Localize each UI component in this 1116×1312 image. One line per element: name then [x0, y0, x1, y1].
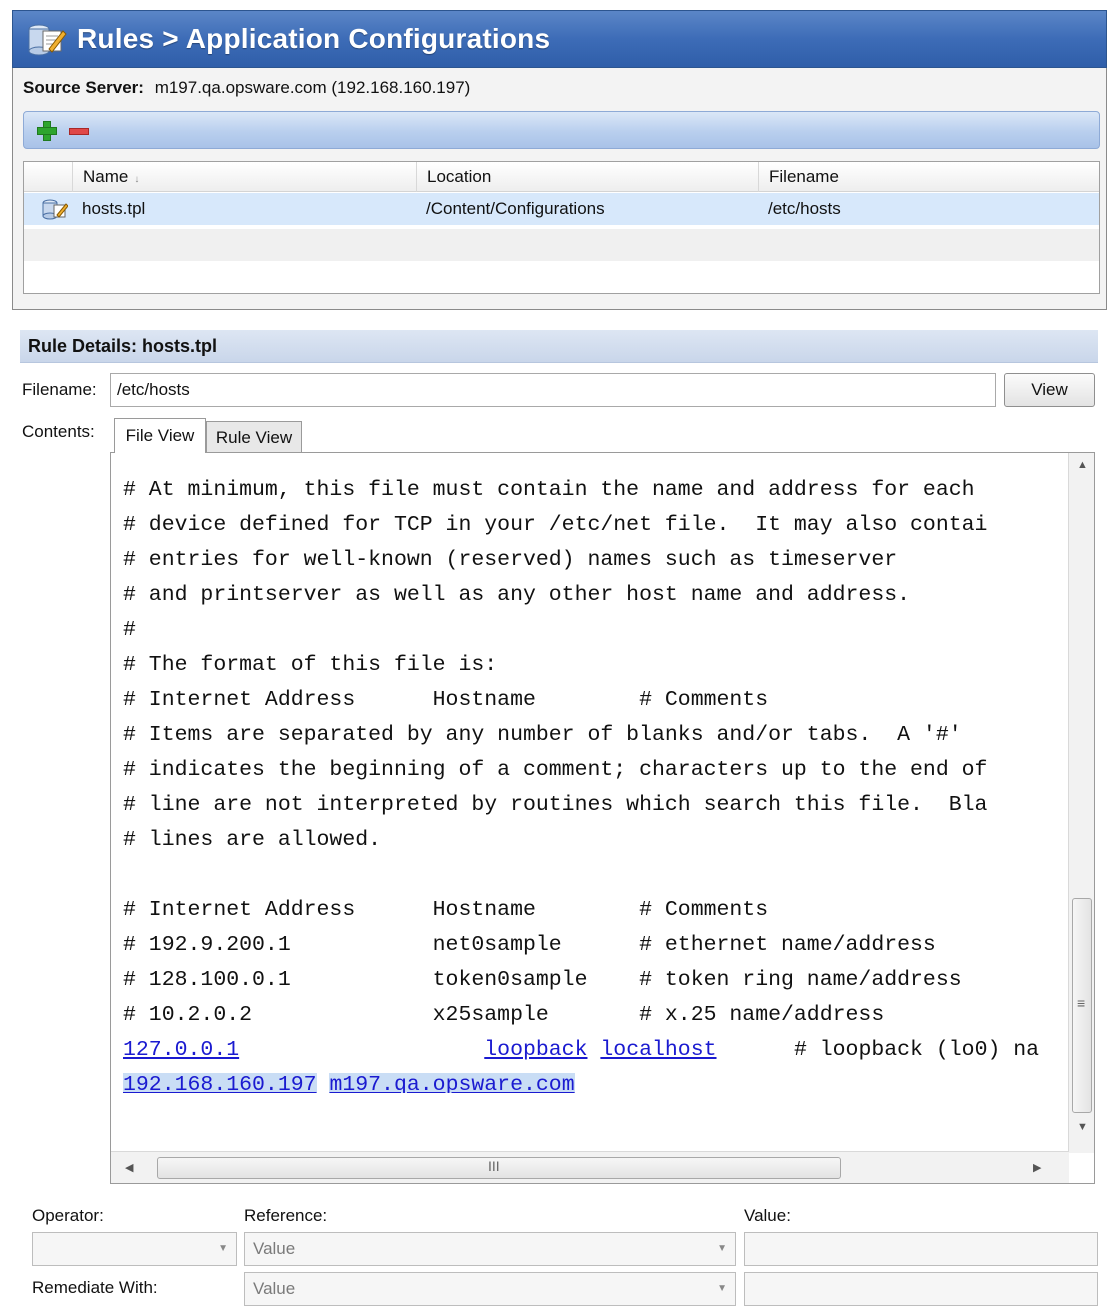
- link-server-host[interactable]: m197.qa.opsware.com: [329, 1073, 575, 1093]
- minus-icon[interactable]: [68, 120, 90, 142]
- value-field[interactable]: [744, 1232, 1098, 1266]
- vertical-scroll-thumb[interactable]: ≡: [1072, 898, 1092, 1113]
- code-line: # Internet Address Hostname # Comments: [123, 898, 769, 922]
- code-line: # line are not interpreted by routines w…: [123, 793, 988, 817]
- code-line: # Internet Address Hostname # Comments: [123, 688, 769, 712]
- cell-filename: /etc/hosts: [768, 199, 841, 218]
- filename-field[interactable]: /etc/hosts: [110, 373, 996, 407]
- remediation-panel: Operator: Reference: Value: ▼ Value ▼ Re…: [20, 1196, 1098, 1312]
- chevron-down-icon: ▼: [717, 1243, 727, 1254]
- title-bar: Rules > Application Configurations: [12, 10, 1107, 68]
- rules-table: Name ↓ Location Filename hosts.tpl /Conte…: [23, 161, 1100, 294]
- operator-label: Operator:: [32, 1206, 104, 1225]
- code-line-server: 192.168.160.197 m197.qa.opsware.com: [123, 1068, 1068, 1093]
- column-header-location[interactable]: Location: [416, 162, 760, 192]
- horizontal-scroll-thumb[interactable]: III: [157, 1157, 841, 1179]
- scroll-right-icon[interactable]: ▶: [1033, 1161, 1041, 1174]
- file-contents-view[interactable]: # At minimum, this file must contain the…: [110, 452, 1095, 1184]
- code-line: # and printserver as well as any other h…: [123, 583, 911, 607]
- tab-rule-view[interactable]: Rule View: [206, 421, 302, 453]
- chevron-down-icon: ▼: [717, 1283, 727, 1294]
- reference-select[interactable]: Value ▼: [244, 1232, 736, 1266]
- tab-file-view[interactable]: File View: [114, 418, 206, 453]
- table-row[interactable]: hosts.tpl /Content/Configurations /etc/h…: [24, 193, 1099, 225]
- code-line: # indicates the beginning of a comment; …: [123, 758, 988, 782]
- rule-details-header: Rule Details: hosts.tpl: [20, 330, 1098, 363]
- vertical-scrollbar[interactable]: ▲ ≡ ▼: [1068, 453, 1094, 1153]
- scroll-left-icon[interactable]: ◀: [125, 1161, 133, 1174]
- file-contents-text[interactable]: # At minimum, this file must contain the…: [123, 473, 1068, 1093]
- code-line: # lines are allowed.: [123, 828, 382, 852]
- source-server-value: m197.qa.opsware.com (192.168.160.197): [154, 78, 471, 97]
- page-title: Rules > Application Configurations: [77, 23, 551, 54]
- link-loopback-ip[interactable]: 127.0.0.1: [123, 1038, 239, 1062]
- code-line: # entries for well-known (reserved) name…: [123, 548, 898, 572]
- contents-label: Contents:: [22, 422, 95, 441]
- code-line: # 10.2.0.2 x25sample # x.25 name/address: [123, 1003, 885, 1027]
- code-line: # The format of this file is:: [123, 653, 498, 677]
- remediate-select[interactable]: Value ▼: [244, 1272, 736, 1306]
- rules-panel: Source Server: m197.qa.opsware.com (192.…: [12, 68, 1107, 310]
- sort-icon: ↓: [134, 174, 140, 185]
- rules-toolbar: [23, 111, 1100, 149]
- reference-label: Reference:: [244, 1206, 328, 1225]
- loopback-comment: # loopback (lo0) na: [793, 1038, 1040, 1062]
- cell-name: hosts.tpl: [82, 199, 146, 218]
- filename-label: Filename:: [22, 380, 97, 399]
- table-row-empty: [24, 229, 1099, 261]
- remediate-with-label: Remediate With:: [32, 1278, 158, 1297]
- code-line: # device defined for TCP in your /etc/ne…: [123, 513, 988, 537]
- column-header-filename[interactable]: Filename: [758, 162, 1101, 192]
- cell-location: /Content/Configurations: [426, 199, 605, 218]
- source-server: Source Server: m197.qa.opsware.com (192.…: [23, 78, 470, 98]
- column-header-name[interactable]: Name ↓: [72, 162, 418, 192]
- code-line-loopback: 127.0.0.1 loopback localhost # loopback …: [123, 1033, 1068, 1068]
- code-line: #: [123, 618, 136, 642]
- operator-select[interactable]: ▼: [32, 1232, 237, 1266]
- view-button[interactable]: View: [1004, 373, 1095, 407]
- horizontal-scrollbar[interactable]: ◀ III ▶: [111, 1151, 1069, 1183]
- chevron-down-icon: ▼: [218, 1243, 228, 1254]
- scroll-down-icon[interactable]: ▼: [1077, 1121, 1088, 1133]
- code-line: # 128.100.0.1 token0sample # token ring …: [123, 968, 962, 992]
- code-line: # 192.9.200.1 net0sample # ethernet name…: [123, 933, 936, 957]
- link-loopback-host[interactable]: loopback: [484, 1038, 587, 1062]
- plus-icon[interactable]: [36, 120, 58, 142]
- config-file-icon: [42, 198, 69, 220]
- table-header: Name ↓ Location Filename: [24, 162, 1099, 192]
- code-line: # Items are separated by any number of b…: [123, 723, 962, 747]
- grip-icon: III: [488, 1158, 500, 1174]
- grip-icon: ≡: [1077, 995, 1086, 1011]
- link-localhost[interactable]: localhost: [600, 1038, 716, 1062]
- code-line: # At minimum, this file must contain the…: [123, 478, 975, 502]
- value-label: Value:: [744, 1206, 791, 1225]
- scroll-up-icon[interactable]: ▲: [1077, 459, 1088, 471]
- remediate-value-field[interactable]: [744, 1272, 1098, 1306]
- source-server-label: Source Server:: [23, 78, 144, 97]
- config-file-icon: [27, 21, 67, 57]
- link-server-ip[interactable]: 192.168.160.197: [123, 1073, 317, 1093]
